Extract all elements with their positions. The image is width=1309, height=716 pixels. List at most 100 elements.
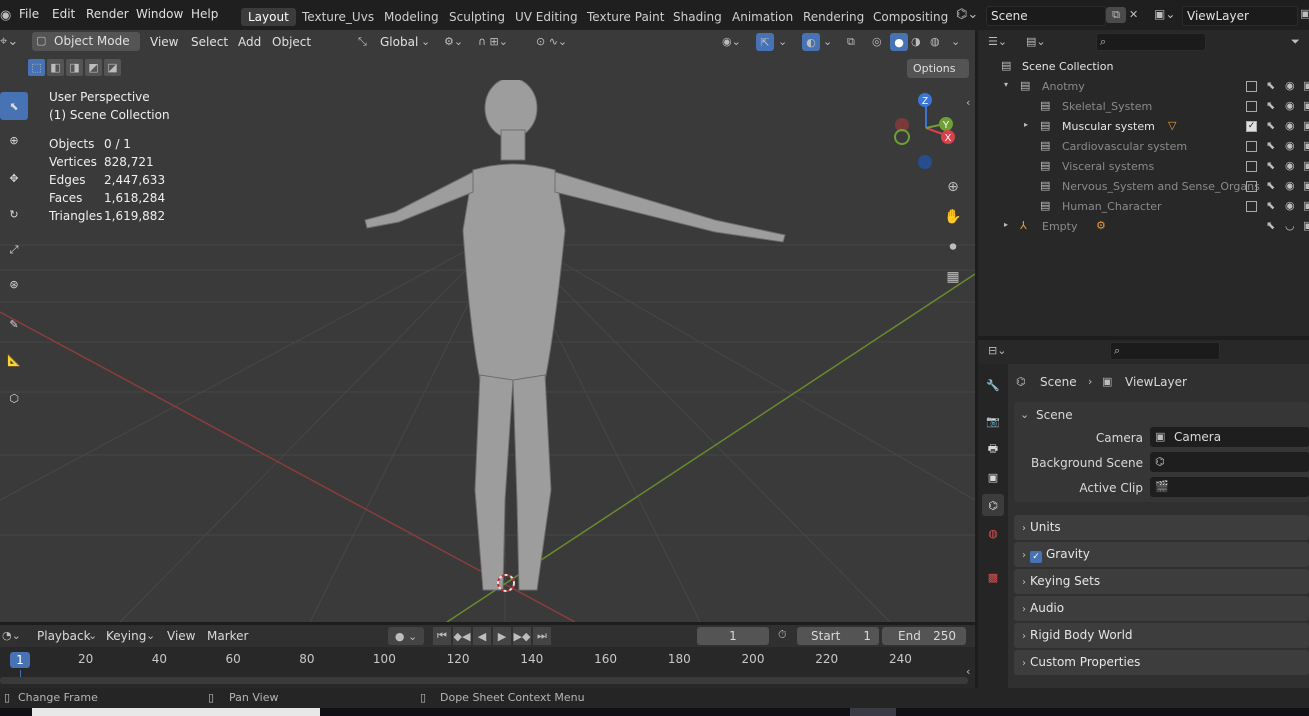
auto-keying-icon[interactable]: ● ⌄ — [388, 627, 424, 645]
expand-arrow-icon[interactable]: ▾ — [1004, 80, 1008, 89]
outliner-item[interactable]: ▤ Skeletal_System ⬉ ◉ ▣ — [978, 97, 1309, 117]
expand-arrow-icon[interactable]: ▸ — [1004, 220, 1008, 229]
delete-scene-icon[interactable]: ✕ — [1129, 8, 1138, 21]
tab-rendering[interactable]: Rendering — [796, 8, 871, 26]
new-view-layer-icon[interactable]: ▣ — [1300, 7, 1309, 20]
proportional-edit-icon[interactable]: ⊙ ∿⌄ — [536, 35, 567, 48]
selectable-arrow-icon[interactable]: ⬉ — [1266, 159, 1275, 172]
outliner-editor-icon[interactable]: ☰⌄ — [988, 35, 1007, 48]
outliner-root[interactable]: ▤ Scene Collection — [978, 57, 1309, 77]
snap-icon[interactable]: ∩ ⊞⌄ — [478, 35, 508, 48]
menu-select[interactable]: Select — [191, 35, 228, 49]
outliner-item[interactable]: ▾ ▤ Anotmy ⬉ ◉ ▣ — [978, 77, 1309, 97]
select-extend-icon[interactable]: ◧ — [47, 59, 64, 76]
camera-render-icon[interactable]: ▣ — [1303, 199, 1309, 212]
eye-visibility-icon[interactable]: ◉ — [1285, 139, 1295, 152]
exclude-checkbox[interactable] — [1246, 181, 1257, 192]
select-new-icon[interactable]: ⬚ — [28, 59, 45, 76]
camera-render-icon[interactable]: ▣ — [1303, 179, 1309, 192]
properties-subpanel[interactable]: › Units — [1014, 515, 1309, 540]
menu-render[interactable]: Render — [86, 7, 129, 21]
selectable-arrow-icon[interactable]: ⬉ — [1266, 179, 1275, 192]
gravity-checkbox[interactable]: ✓ — [1030, 551, 1042, 563]
gizmo-toggle-icon[interactable]: ⇱ — [756, 33, 774, 51]
background-scene-field[interactable]: ⌬ — [1150, 452, 1309, 472]
overlays-icon[interactable]: ◐ — [802, 33, 820, 51]
measure-tool-icon[interactable]: 📐 — [0, 346, 28, 374]
properties-subpanel[interactable]: › Audio — [1014, 596, 1309, 621]
tab-compositing[interactable]: Compositing — [866, 8, 955, 26]
tab-texture-paint[interactable]: Texture Paint — [580, 8, 671, 26]
object-mode-dropdown[interactable]: Object Mode — [32, 32, 140, 51]
playhead-frame-label[interactable]: 1 — [10, 652, 30, 668]
properties-subpanel[interactable]: › ✓ Gravity — [1014, 542, 1309, 567]
scene-name-field[interactable]: Scene — [986, 6, 1106, 26]
play-icon[interactable]: ▶ — [493, 627, 511, 645]
camera-render-icon[interactable]: ▣ — [1303, 139, 1309, 152]
chevron-down-icon[interactable]: ⌄ — [1020, 408, 1029, 421]
menu-window[interactable]: Window — [136, 7, 183, 21]
next-keyframe-icon[interactable]: ▶◆ — [513, 627, 531, 645]
outliner-item[interactable]: ▤ Nervous_System and Sense_Organs ⬉ ◉ ▣ — [978, 177, 1309, 197]
expand-arrow-icon[interactable]: ▸ — [1024, 120, 1028, 129]
camera-render-icon[interactable]: ▣ — [1303, 99, 1309, 112]
solid-shading-icon[interactable]: ● — [890, 33, 908, 51]
tab-texture-uvs[interactable]: Texture_Uvs — [295, 8, 381, 26]
pivot-point-icon[interactable]: ⚙⌄ — [444, 35, 463, 48]
frame-ruler[interactable]: 1 20 40 60 80 100 120 140 160 180 200 220 240 — [0, 652, 975, 670]
view-layer-field[interactable]: ViewLayer — [1182, 6, 1298, 26]
menu-playback[interactable]: Playback — [37, 629, 91, 643]
camera-render-icon[interactable]: ▣ — [1303, 79, 1309, 92]
texture-tab-icon[interactable]: ▩ — [982, 566, 1004, 588]
chevron-down-icon[interactable]: ⌄ — [951, 35, 960, 48]
tab-shading[interactable]: Shading — [666, 8, 729, 26]
zoom-icon[interactable]: ⊕ — [942, 176, 964, 198]
camera-render-icon[interactable]: ▣ — [1303, 159, 1309, 172]
eye-visibility-icon[interactable]: ◉ — [1285, 119, 1295, 132]
properties-subpanel[interactable]: › Keying Sets — [1014, 569, 1309, 594]
scene-section-title[interactable]: Scene — [1036, 408, 1073, 422]
view-layer-selector-icon[interactable]: ▣⌄ — [1154, 7, 1175, 21]
timeline-editor-icon[interactable]: ◔⌄ — [2, 629, 21, 642]
menu-view[interactable]: View — [150, 35, 178, 49]
menu-keying[interactable]: Keying — [106, 629, 146, 643]
visibility-icon[interactable]: ◉⌄ — [722, 35, 741, 48]
tab-animation[interactable]: Animation — [725, 8, 800, 26]
camera-view-icon[interactable]: ⏺ — [942, 236, 964, 258]
eye-visibility-icon[interactable]: ◉ — [1285, 99, 1295, 112]
rotate-tool-icon[interactable]: ↻ — [0, 200, 28, 228]
exclude-checkbox[interactable] — [1246, 141, 1257, 152]
chevron-left-icon[interactable]: ‹ — [966, 665, 970, 678]
outliner-item[interactable]: ▤ Human_Character ⬉ ◉ ▣ — [978, 197, 1309, 217]
properties-search-input[interactable] — [1110, 342, 1220, 360]
sidebar-toggle-icon[interactable]: ‹ — [966, 96, 970, 109]
filter-icon[interactable]: ⏷ — [1291, 35, 1300, 49]
selectable-arrow-icon[interactable]: ⬉ — [1266, 99, 1275, 112]
end-frame-field[interactable]: End 250 — [882, 627, 966, 645]
render-tab-icon[interactable]: 📷 — [982, 410, 1004, 432]
eye-visibility-icon[interactable]: ◉ — [1285, 159, 1295, 172]
move-tool-icon[interactable]: ✥ — [0, 164, 28, 192]
selectable-arrow-icon[interactable]: ⬉ — [1266, 219, 1275, 232]
exclude-checkbox[interactable] — [1246, 201, 1257, 212]
outliner-item[interactable]: ▤ Cardiovascular system ⬉ ◉ ▣ — [978, 137, 1309, 157]
tool-tab-icon[interactable]: 🔧 — [982, 374, 1004, 396]
add-cube-tool-icon[interactable]: ⬡ — [0, 384, 28, 412]
select-intersect-icon[interactable]: ◪ — [104, 59, 121, 76]
rendered-shading-icon[interactable]: ◍ — [930, 35, 940, 48]
outliner-item[interactable]: ▸ ▤ Muscular system ▽ ✓ ⬉ ◉ ▣ — [978, 117, 1309, 137]
tab-uv-editing[interactable]: UV Editing — [508, 8, 585, 26]
taskbar-window-thumbnail[interactable] — [32, 708, 320, 716]
pan-hand-icon[interactable]: ✋ — [942, 206, 964, 228]
select-invert-icon[interactable]: ◩ — [85, 59, 102, 76]
selectable-arrow-icon[interactable]: ⬉ — [1266, 79, 1275, 92]
wireframe-shading-icon[interactable]: ◎ — [872, 35, 882, 48]
navigation-gizmo[interactable]: Z Y X — [888, 90, 964, 170]
menu-help[interactable]: Help — [191, 7, 218, 21]
play-reverse-icon[interactable]: ◀ — [473, 627, 491, 645]
select-box-tool-icon[interactable]: ⬉ — [0, 92, 28, 120]
scene-selector-icon[interactable]: ⌬⌄ — [956, 7, 978, 22]
menu-edit[interactable]: Edit — [52, 7, 75, 21]
eye-visibility-icon[interactable]: ◡ — [1285, 219, 1295, 232]
tab-modeling[interactable]: Modeling — [377, 8, 446, 26]
